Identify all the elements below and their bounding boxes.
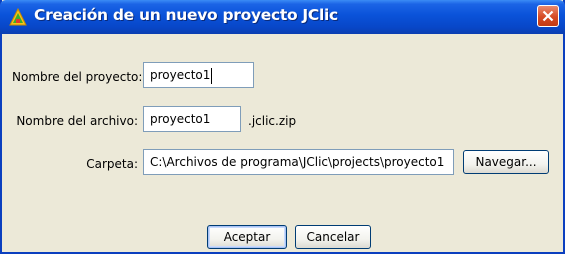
folder-input[interactable]: C:\Archivos de programa\JClic\projects\p… — [143, 149, 454, 175]
dialog-title: Creación de un nuevo proyecto JClic — [34, 6, 338, 24]
folder-label: Carpeta: — [86, 157, 138, 171]
dialog-window: Creación de un nuevo proyecto JClic Nomb… — [0, 0, 565, 254]
file-name-input[interactable]: proyecto1 — [143, 106, 241, 132]
project-name-value: proyecto1 — [150, 68, 211, 82]
project-name-label: Nombre del proyecto: — [12, 70, 143, 84]
title-bar[interactable]: Creación de un nuevo proyecto JClic — [0, 0, 565, 34]
file-extension-label: .jclic.zip — [248, 114, 297, 128]
text-caret — [211, 67, 213, 84]
accept-button[interactable]: Aceptar — [207, 225, 287, 249]
file-name-label: Nombre del archivo: — [16, 114, 138, 128]
folder-value: C:\Archivos de programa\JClic\projects\p… — [150, 155, 445, 169]
jclic-app-icon — [8, 7, 28, 27]
cancel-button[interactable]: Cancelar — [295, 225, 371, 249]
browse-button[interactable]: Navegar... — [463, 150, 549, 174]
close-icon — [542, 10, 554, 22]
project-name-input[interactable]: proyecto1 — [143, 62, 254, 88]
file-name-value: proyecto1 — [150, 112, 211, 126]
close-button[interactable] — [537, 5, 559, 27]
